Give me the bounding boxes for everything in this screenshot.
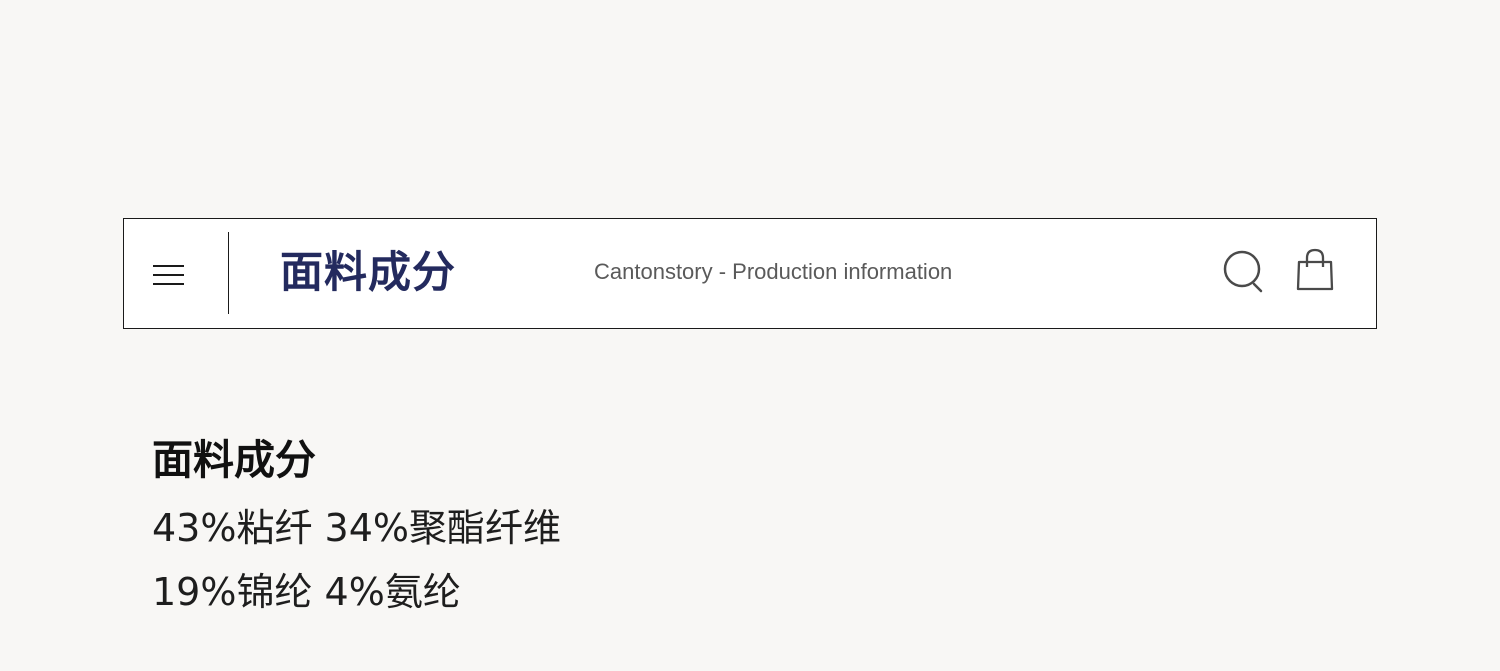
search-button[interactable] xyxy=(1222,249,1268,295)
page-title: 面料成分 xyxy=(280,248,456,298)
page-subtitle: Cantonstory - Production information xyxy=(594,259,953,284)
section-heading: 面料成分 xyxy=(152,436,316,484)
composition-line: 43%粘纤 34%聚酯纤维 xyxy=(152,506,562,550)
header-bar: 面料成分 Cantonstory - Production informatio… xyxy=(123,218,1377,329)
hamburger-menu-icon xyxy=(153,265,184,285)
search-icon xyxy=(1223,250,1263,293)
menu-button[interactable] xyxy=(148,256,188,292)
header-divider xyxy=(228,232,229,314)
composition-line: 19%锦纶 4%氨纶 xyxy=(152,570,461,614)
shopping-bag-icon xyxy=(1296,248,1334,291)
fabric-composition-section: 面料成分 43%粘纤 34%聚酯纤维 19%锦纶 4%氨纶 xyxy=(152,430,952,624)
shopping-bag-button[interactable] xyxy=(1295,247,1335,293)
